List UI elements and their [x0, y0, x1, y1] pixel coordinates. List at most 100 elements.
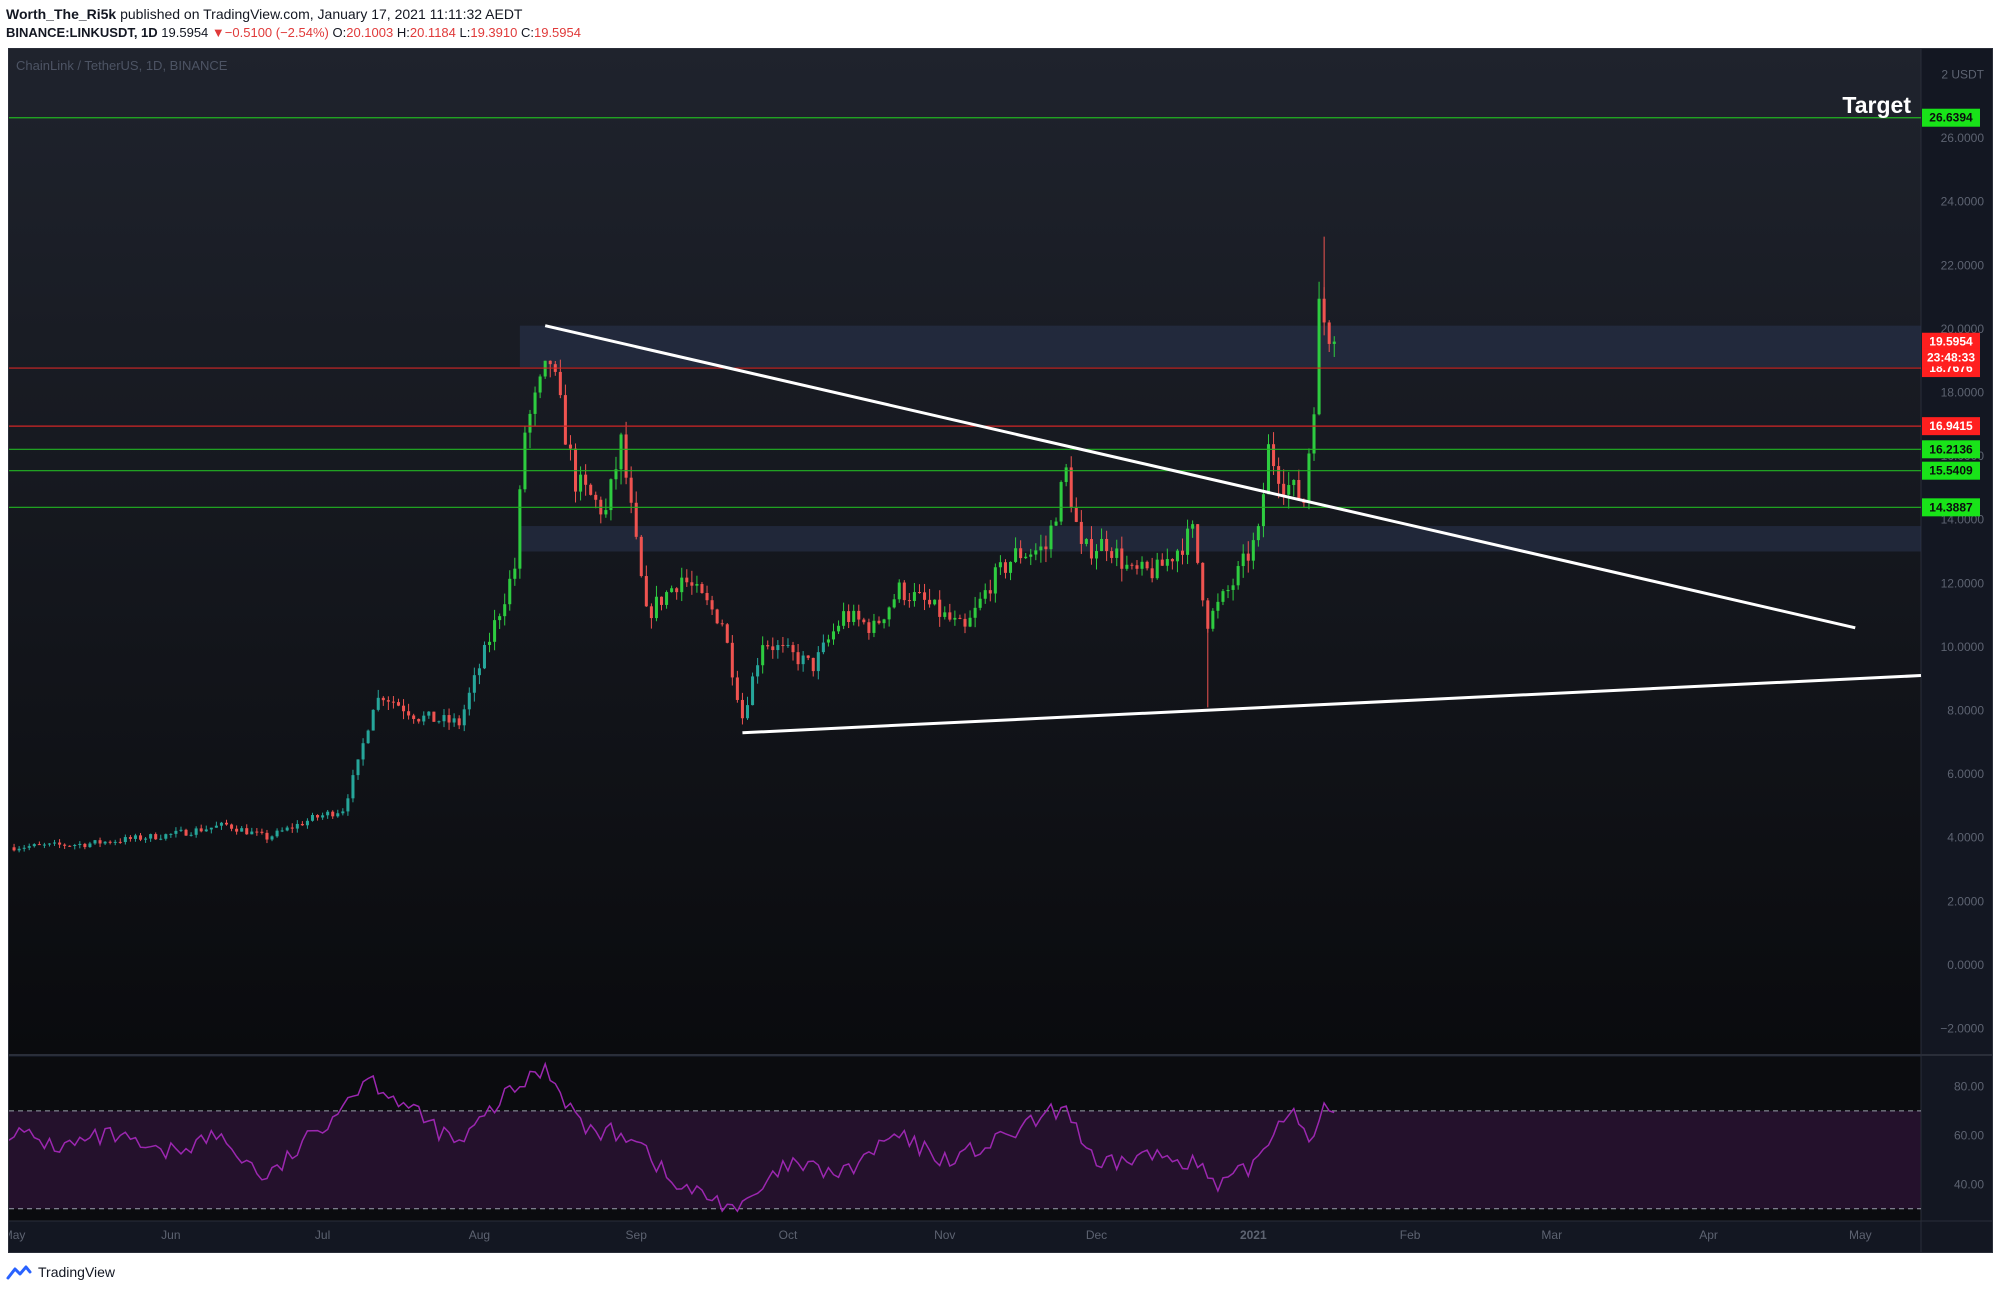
price-tick-label: 2 USDT: [1941, 67, 1984, 81]
price-tick-label: 0.0000: [1947, 958, 1984, 972]
candle-body: [265, 832, 269, 840]
candle-body: [356, 759, 360, 776]
candle-body: [477, 668, 481, 676]
candle-body: [442, 715, 446, 722]
candle-body: [766, 645, 770, 647]
price-axis-tag-label: 15.5409: [1929, 464, 1973, 478]
time-axis[interactable]: May Jun Jul Aug Sep Oct Nov Dec 2021 Feb Mar Apr May: [3, 1228, 1872, 1242]
candle-body: [761, 645, 765, 666]
candle-body: [437, 721, 441, 723]
symbol-info-line: BINANCE:LINKUSDT, 1D 19.5954 ▼−0.5100 (−…: [6, 24, 581, 42]
candle-body: [1180, 550, 1185, 555]
candle-body: [928, 599, 932, 605]
candle-body: [285, 827, 289, 831]
candle-body: [917, 592, 921, 594]
candle-body: [857, 610, 861, 620]
candle-body: [189, 834, 193, 836]
candle-body: [574, 448, 578, 492]
candle-body: [1084, 539, 1088, 544]
footer-brand[interactable]: TradingView: [38, 1264, 115, 1280]
candle-body: [771, 646, 775, 651]
candle-body: [407, 711, 411, 716]
candle-body: [1044, 546, 1048, 550]
candle-body: [27, 846, 31, 848]
candle-body: [594, 494, 598, 500]
candle-body: [902, 582, 906, 601]
candle-body: [1196, 524, 1200, 563]
candle-body: [958, 617, 962, 619]
candle-body: [371, 709, 375, 731]
candle-body: [978, 598, 982, 608]
close-value: 19.5954: [533, 25, 581, 40]
candle-body: [83, 843, 87, 848]
target-annotation[interactable]: Target: [1842, 92, 1911, 118]
candle-body: [579, 474, 583, 492]
candle-body: [376, 697, 380, 710]
candle-body: [568, 444, 572, 449]
chart-svg[interactable]: ChainLink / TetherUS, 1D, BINANCE 2 USDT…: [3, 49, 1992, 1252]
candle-body: [897, 582, 901, 600]
candle-body: [184, 829, 188, 836]
candle-body: [847, 611, 851, 623]
price-tick-label: 2.0000: [1947, 894, 1984, 908]
candle-body: [1201, 562, 1205, 601]
time-tick-label: 2021: [1240, 1228, 1267, 1242]
candle-body: [412, 715, 416, 720]
candle-body: [877, 620, 881, 624]
candle-body: [402, 705, 406, 712]
candle-body: [1272, 444, 1276, 467]
candle-body: [842, 611, 846, 626]
candle-body: [214, 825, 218, 828]
candle-body: [584, 474, 588, 485]
candle-body: [1029, 554, 1033, 557]
price-axis[interactable]: 2 USDT26.000024.000022.000020.000018.000…: [1940, 67, 1984, 1191]
candle-body: [1079, 521, 1083, 544]
candle-body: [639, 536, 643, 577]
candle-body: [63, 844, 67, 846]
candle-body: [199, 828, 203, 832]
footer: TradingView: [6, 1258, 115, 1286]
candle-body: [22, 847, 26, 849]
close-label: C:: [520, 25, 534, 40]
candle-body: [194, 828, 198, 835]
candle-body: [204, 829, 208, 832]
candle-body: [209, 827, 213, 830]
chart-frame[interactable]: ChainLink / TetherUS, 1D, BINANCE 2 USDT…: [3, 48, 1993, 1253]
candle-body: [548, 360, 552, 365]
candle-body: [604, 510, 608, 515]
candle-body: [1211, 610, 1215, 629]
low-label: L:: [459, 25, 471, 40]
candle-body: [533, 392, 537, 414]
candle-body: [503, 604, 507, 617]
candle-body: [1307, 453, 1311, 503]
price-axis-tag-label: 26.6394: [1929, 111, 1973, 125]
candle-body: [1317, 298, 1321, 415]
candle-body: [907, 600, 911, 602]
candle-body: [250, 831, 254, 835]
candle-body: [331, 811, 335, 817]
candle-body: [159, 838, 163, 840]
candle-body: [528, 413, 532, 433]
rsi-tick-label: 80.00: [1954, 1079, 1984, 1093]
candle-body: [391, 701, 395, 703]
candle-body: [801, 655, 805, 665]
candle-body: [1105, 538, 1109, 552]
candle-body: [998, 562, 1002, 568]
candle-body: [1261, 494, 1265, 527]
price-tick-label: −2.0000: [1940, 1022, 1984, 1036]
candle-body: [700, 584, 704, 594]
candle-body: [619, 434, 623, 470]
candle-body: [1074, 507, 1078, 522]
candle-body: [58, 842, 62, 845]
candle-body: [933, 599, 937, 605]
author-name[interactable]: Worth_The_Ri5k: [6, 6, 116, 22]
candle-body: [1110, 551, 1114, 558]
candle-body: [988, 590, 992, 594]
candle-body: [381, 697, 385, 701]
zone-rect: [519, 325, 1921, 368]
tradingview-logo-icon[interactable]: [6, 1264, 32, 1280]
candle-body: [432, 711, 436, 722]
candle-body: [1150, 568, 1154, 579]
candle-body: [948, 612, 952, 620]
candle-body: [710, 600, 714, 610]
